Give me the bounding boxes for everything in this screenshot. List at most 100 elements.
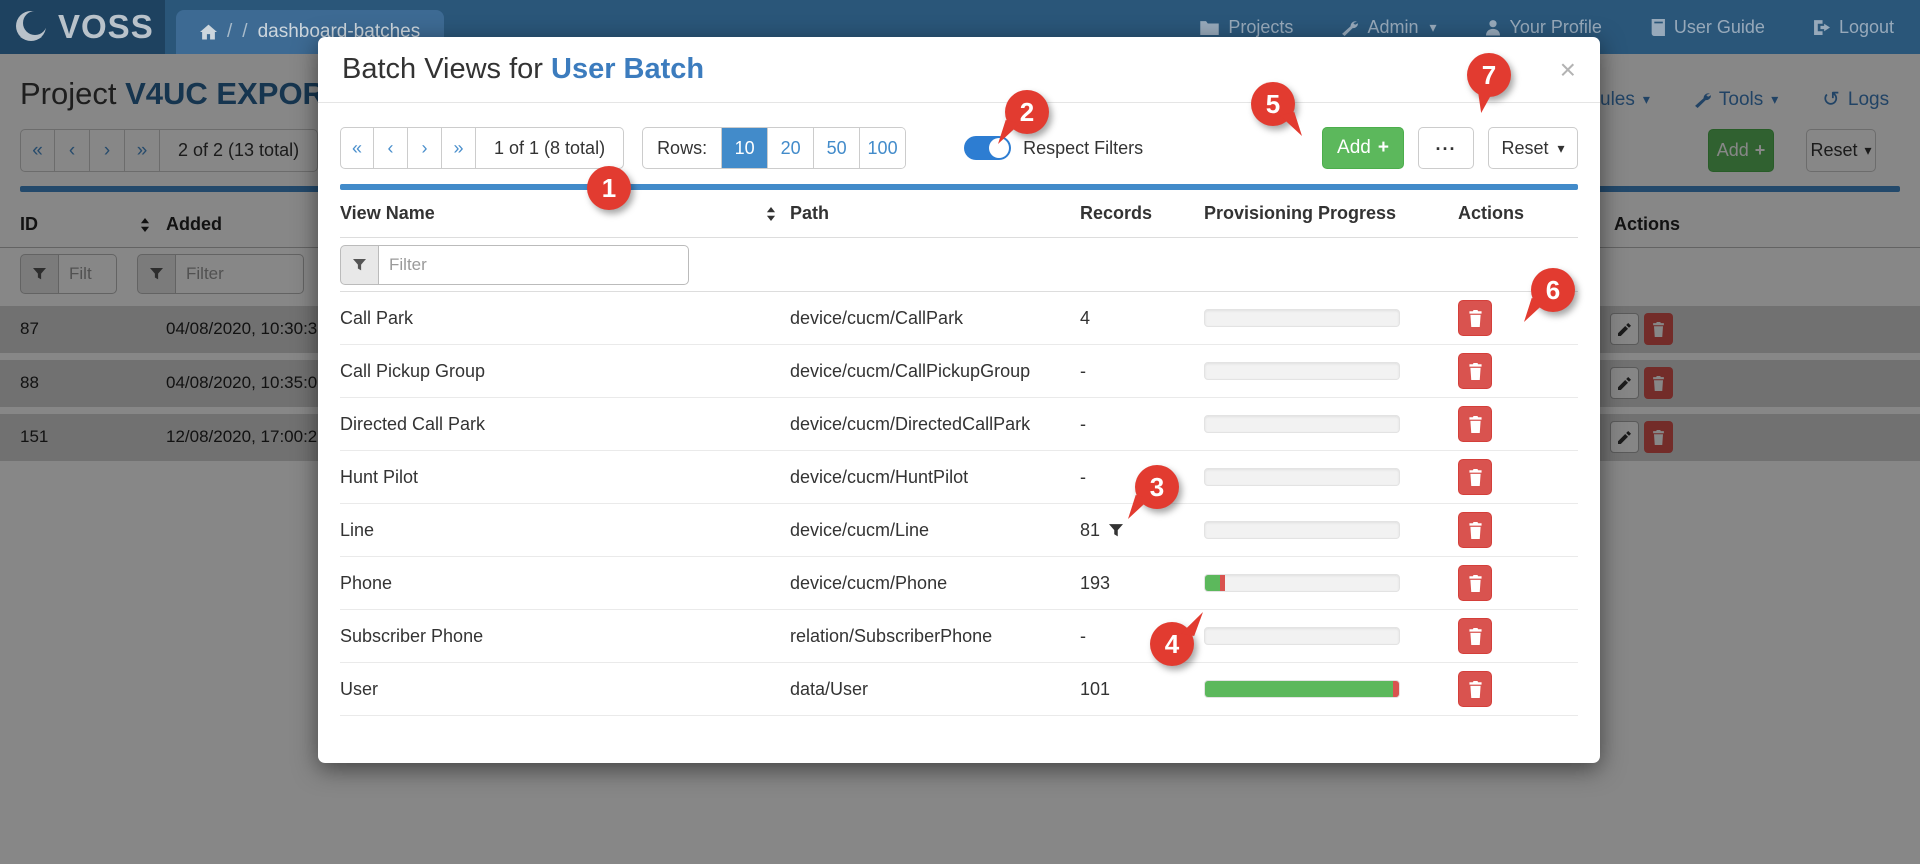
delete-button[interactable] [1458, 300, 1492, 336]
records-count: 4 [1080, 307, 1091, 328]
view-name: Call Park [340, 307, 414, 328]
batch-view-row[interactable]: Directed Call Park device/cucm/DirectedC… [340, 398, 1578, 451]
column-header-path[interactable]: Path [790, 203, 1080, 224]
provisioning-progress-bar [1204, 415, 1400, 433]
records-count: 193 [1080, 572, 1111, 593]
nav-projects[interactable]: Projects [1200, 17, 1293, 38]
records-filter-icon[interactable] [1109, 523, 1124, 537]
batch-view-row[interactable]: User data/User 101 [340, 663, 1578, 716]
view-name: Call Pickup Group [340, 360, 486, 381]
provisioning-progress-bar [1204, 574, 1400, 592]
column-header-actions: Actions [1458, 203, 1525, 223]
view-name: User [340, 678, 379, 699]
first-page-button[interactable]: « [340, 127, 374, 169]
nav-admin[interactable]: Admin ▾ [1341, 17, 1437, 38]
provisioning-progress-bar [1204, 627, 1400, 645]
modal-toolbar-actions: Add + ... Reset ▾ [1322, 127, 1578, 169]
folder-icon [1200, 20, 1220, 35]
delete-button[interactable] [1458, 671, 1492, 707]
book-icon [1650, 18, 1665, 36]
provisioning-progress-bar [1204, 309, 1400, 327]
view-path: device/cucm/Line [790, 519, 930, 540]
records-count: - [1080, 625, 1086, 646]
batch-view-row[interactable]: Hunt Pilot device/cucm/HuntPilot - [340, 451, 1578, 504]
filter-icon[interactable] [340, 244, 379, 285]
view-path: device/cucm/Phone [790, 572, 948, 593]
logout-icon [1813, 19, 1830, 36]
ellipsis-icon: ... [1435, 133, 1457, 154]
column-header-records: Records [1080, 203, 1153, 223]
callout-badge-3: 3 [1135, 465, 1179, 509]
rows-option-10[interactable]: 10 [721, 128, 768, 168]
batch-views-table: View Name Path Records Provisioning Prog… [340, 190, 1578, 716]
batch-view-row[interactable]: Subscriber Phone relation/SubscriberPhon… [340, 610, 1578, 663]
respect-filters-toggle[interactable] [964, 136, 1012, 160]
respect-filters-control: Respect Filters [964, 136, 1143, 160]
voss-brand[interactable]: VOSS [0, 0, 165, 54]
batch-view-row[interactable]: Phone device/cucm/Phone 193 [340, 557, 1578, 610]
add-button[interactable]: Add + [1322, 127, 1404, 169]
delete-button[interactable] [1458, 512, 1492, 548]
rows-option-20[interactable]: 20 [767, 128, 814, 168]
provisioning-progress-bar [1204, 680, 1400, 698]
prev-page-button[interactable]: ‹ [374, 127, 408, 169]
view-name: Line [340, 519, 375, 540]
rows-option-50[interactable]: 50 [813, 128, 860, 168]
next-page-button[interactable]: › [408, 127, 442, 169]
view-name: Hunt Pilot [340, 466, 419, 487]
breadcrumb-separator: / [227, 21, 233, 42]
nav-logout[interactable]: Logout [1813, 17, 1894, 38]
records-count: 81 [1080, 519, 1101, 540]
view-path: data/User [790, 678, 869, 699]
modal-header: Batch Views for User Batch × [318, 37, 1600, 103]
column-header-view-name[interactable]: View Name [340, 203, 435, 224]
sort-icon[interactable] [766, 206, 776, 221]
provisioning-progress-bar [1204, 521, 1400, 539]
view-filter-input[interactable] [379, 244, 689, 285]
modal-pagination: « ‹ › » 1 of 1 (8 total) [340, 127, 625, 169]
records-count: - [1080, 413, 1086, 434]
batch-views-modal: Batch Views for User Batch × « ‹ › » 1 o… [318, 37, 1600, 763]
column-header-progress: Provisioning Progress [1204, 203, 1397, 223]
view-path: device/cucm/CallPickupGroup [790, 360, 1031, 381]
records-count: - [1080, 360, 1086, 381]
respect-filters-label: Respect Filters [1023, 137, 1144, 158]
last-page-button[interactable]: » [442, 127, 476, 169]
breadcrumb-separator: / [242, 21, 248, 42]
table-header-row: View Name Path Records Provisioning Prog… [340, 190, 1578, 238]
callout-badge-6: 6 [1531, 268, 1575, 312]
view-path: relation/SubscriberPhone [790, 625, 993, 646]
plus-icon: + [1377, 137, 1389, 158]
rows-option-100[interactable]: 100 [859, 128, 906, 168]
delete-button[interactable] [1458, 459, 1492, 495]
batch-view-row[interactable]: Call Pickup Group device/cucm/CallPickup… [340, 345, 1578, 398]
delete-button[interactable] [1458, 565, 1492, 601]
chevron-down-icon: ▾ [1557, 139, 1565, 156]
view-filter-row [340, 238, 1578, 292]
home-icon[interactable] [200, 24, 217, 40]
modal-title: Batch Views for User Batch [342, 53, 705, 85]
chevron-down-icon: ▾ [1429, 18, 1437, 35]
navbar-menu: Projects Admin ▾ Your Profile User Guide… [1200, 17, 1920, 38]
reset-button[interactable]: Reset ▾ [1488, 127, 1578, 169]
voss-logo-icon [12, 8, 50, 46]
delete-button[interactable] [1458, 406, 1492, 442]
callout-badge-5: 5 [1251, 82, 1295, 126]
batch-view-row[interactable]: Call Park device/cucm/CallPark 4 [340, 292, 1578, 345]
delete-button[interactable] [1458, 353, 1492, 389]
close-icon[interactable]: × [1560, 55, 1576, 84]
callout-badge-4: 4 [1150, 622, 1194, 666]
nav-your-profile[interactable]: Your Profile [1485, 17, 1602, 38]
view-name: Phone [340, 572, 393, 593]
callout-badge-7: 7 [1467, 53, 1511, 97]
provisioning-progress-bar [1204, 468, 1400, 486]
pagination-status: 1 of 1 (8 total) [476, 127, 625, 169]
callout-badge-1: 1 [587, 166, 631, 210]
records-count: - [1080, 466, 1086, 487]
view-path: device/cucm/CallPark [790, 307, 964, 328]
records-count: 101 [1080, 678, 1111, 699]
batch-view-row[interactable]: Line device/cucm/Line 81 [340, 504, 1578, 557]
delete-button[interactable] [1458, 618, 1492, 654]
more-actions-button[interactable]: ... [1418, 127, 1474, 169]
nav-user-guide[interactable]: User Guide [1650, 17, 1765, 38]
